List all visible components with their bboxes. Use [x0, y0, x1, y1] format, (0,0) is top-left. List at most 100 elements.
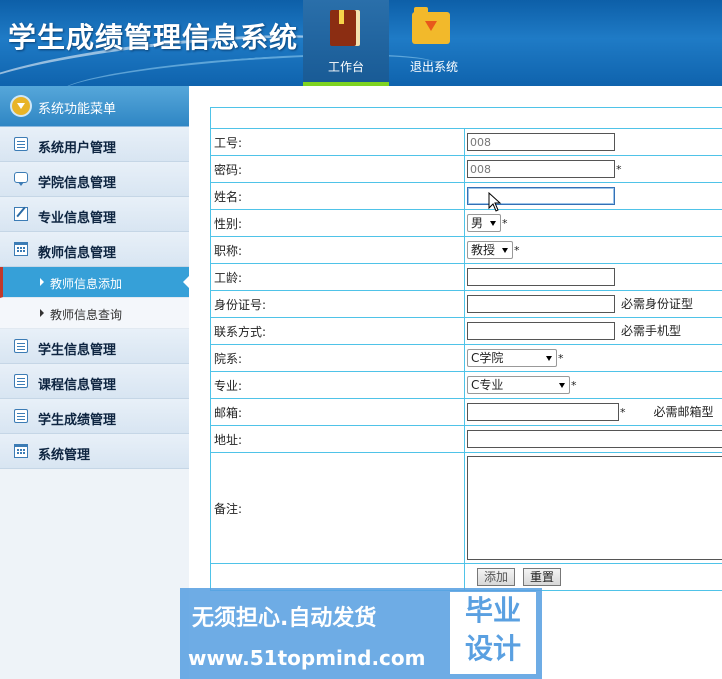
form-row-idcard: 身份证号: 必需身份证型 — [210, 290, 722, 318]
chevron-down-icon — [546, 356, 552, 361]
chevron-down-icon — [559, 383, 565, 388]
form-row-phone: 联系方式: 必需手机型 — [210, 317, 722, 345]
list-icon — [14, 137, 28, 151]
sidebar-item-label: 课程信息管理 — [38, 378, 117, 393]
form-row-college: 院系: C学院 * — [210, 344, 722, 372]
sidebar-subitem-label: 教师信息查询 — [50, 308, 123, 322]
form-row-address: 地址: — [210, 425, 722, 453]
required-mark: * — [620, 405, 626, 419]
field-label: 专业: — [210, 371, 465, 399]
form-row-gender: 性别: 男 * — [210, 209, 722, 237]
form-row-name: 姓名: — [210, 182, 722, 210]
address-input[interactable] — [467, 430, 722, 448]
sidebar-item-score[interactable]: 学生成绩管理 — [0, 399, 189, 434]
field-label: 邮箱: — [210, 398, 465, 426]
field-label: 性别: — [210, 209, 465, 237]
form-row-title: 职称: 教授 * — [210, 236, 722, 264]
sidebar-item-label: 学院信息管理 — [38, 176, 117, 191]
form-row-actions: 添加 重置 — [210, 563, 722, 591]
form-row-id: 工号: — [210, 128, 722, 156]
required-mark: * — [514, 243, 520, 257]
sidebar-item-label: 学生信息管理 — [38, 343, 117, 358]
field-label: 院系: — [210, 344, 465, 372]
sidebar-item-course[interactable]: 课程信息管理 — [0, 364, 189, 399]
sidebar-item-label: 系统管理 — [38, 448, 91, 463]
idcard-input[interactable] — [467, 295, 615, 314]
watermark-url: www.51topmind.com — [188, 646, 426, 670]
mouse-cursor-icon — [488, 192, 502, 212]
form-row-email: 邮箱: * 必需邮箱型 — [210, 398, 722, 426]
required-mark: * — [571, 378, 577, 392]
sidebar-menu-title: 系统功能菜单 — [38, 102, 117, 117]
book-icon — [330, 10, 360, 46]
sidebar-item-label: 学生成绩管理 — [38, 413, 117, 428]
nav-logout-label: 退出系统 — [409, 60, 458, 74]
sidebar-menu-header[interactable]: 系统功能菜单 — [0, 86, 189, 127]
watermark-line1: 无须担心.自动发货 — [192, 606, 377, 631]
add-button[interactable]: 添加 — [477, 568, 516, 586]
password-input[interactable] — [467, 160, 615, 178]
chat-icon — [14, 172, 28, 186]
email-input[interactable] — [467, 403, 619, 422]
sidebar-item-label: 专业信息管理 — [38, 211, 117, 226]
form-row-years: 工龄: — [210, 263, 722, 291]
sidebar: 系统功能菜单 系统用户管理 学院信息管理 专业信息管理 教师信息管理 教师信息添… — [0, 86, 190, 679]
field-label: 姓名: — [210, 182, 465, 210]
title-select[interactable]: 教授 — [467, 241, 514, 259]
gender-select[interactable]: 男 — [467, 214, 502, 232]
sidebar-subitem-teacher-add[interactable]: 教师信息添加 — [0, 267, 190, 298]
sidebar-item-student[interactable]: 学生信息管理 — [0, 329, 189, 364]
sidebar-item-teacher[interactable]: 教师信息管理 — [0, 232, 189, 267]
app-header: 学生成绩管理信息系统 工作台 退出系统 — [0, 0, 722, 86]
field-label: 联系方式: — [210, 317, 465, 345]
field-label: 密码: — [210, 155, 465, 183]
sidebar-item-college[interactable]: 学院信息管理 — [0, 162, 189, 197]
calendar-icon — [14, 444, 28, 458]
sidebar-subitem-label: 教师信息添加 — [50, 277, 123, 291]
caret-right-icon — [40, 278, 44, 286]
phone-input[interactable] — [467, 322, 615, 341]
folder-download-icon — [412, 7, 450, 44]
watermark-stamp-line2: 设计 — [464, 632, 521, 665]
sidebar-item-label: 教师信息管理 — [38, 246, 117, 261]
major-select-value: C专业 — [471, 378, 504, 392]
watermark-stamp: 毕业 设计 — [450, 592, 536, 674]
reset-button[interactable]: 重置 — [523, 568, 562, 586]
form-row-password: 密码: * — [210, 155, 722, 183]
sidebar-subitem-teacher-query[interactable]: 教师信息查询 — [0, 298, 189, 329]
field-hint: 必需身份证型 — [621, 296, 694, 311]
watermark-banner: 无须担心.自动发货 www.51topmind.com 毕业 设计 — [180, 588, 542, 679]
major-select[interactable]: C专业 — [467, 376, 570, 394]
sidebar-item-major[interactable]: 专业信息管理 — [0, 197, 189, 232]
field-hint: 必需手机型 — [621, 323, 682, 338]
college-select[interactable]: C学院 — [467, 349, 557, 367]
list-icon — [14, 409, 28, 423]
form-row-major: 专业: C专业 * — [210, 371, 722, 399]
chevron-down-icon — [502, 248, 509, 253]
sidebar-item-system[interactable]: 系统管理 — [0, 434, 189, 469]
teacher-id-input[interactable] — [467, 133, 615, 151]
form-row-remark: 备注: — [210, 452, 722, 564]
list-icon — [14, 374, 28, 388]
years-input[interactable] — [467, 268, 615, 286]
college-select-value: C学院 — [471, 351, 504, 365]
gender-select-value: 男 — [471, 216, 484, 230]
required-mark: * — [502, 216, 508, 230]
app-title: 学生成绩管理信息系统 — [8, 21, 299, 54]
nav-workbench[interactable]: 工作台 — [303, 0, 389, 86]
top-nav: 工作台 退出系统 — [303, 0, 479, 86]
watermark-stamp-line1: 毕业 — [464, 594, 521, 627]
sidebar-item-label: 系统用户管理 — [38, 141, 117, 156]
sidebar-item-system-users[interactable]: 系统用户管理 — [0, 127, 189, 162]
teacher-add-form: 工号: 密码: * 姓名: 性别: 男 * 职称: 教授 * 工龄: 身份证号: 必… — [210, 107, 722, 591]
field-label: 工号: — [210, 128, 465, 156]
remark-textarea[interactable] — [467, 456, 722, 560]
chevron-down-icon — [12, 97, 30, 115]
field-label: 地址: — [210, 425, 465, 453]
chevron-down-icon — [490, 221, 497, 226]
caret-right-icon — [40, 309, 44, 317]
field-label: 身份证号: — [210, 290, 465, 318]
required-mark: * — [616, 162, 622, 176]
nav-logout[interactable]: 退出系统 — [389, 0, 479, 86]
edit-icon — [14, 207, 28, 221]
